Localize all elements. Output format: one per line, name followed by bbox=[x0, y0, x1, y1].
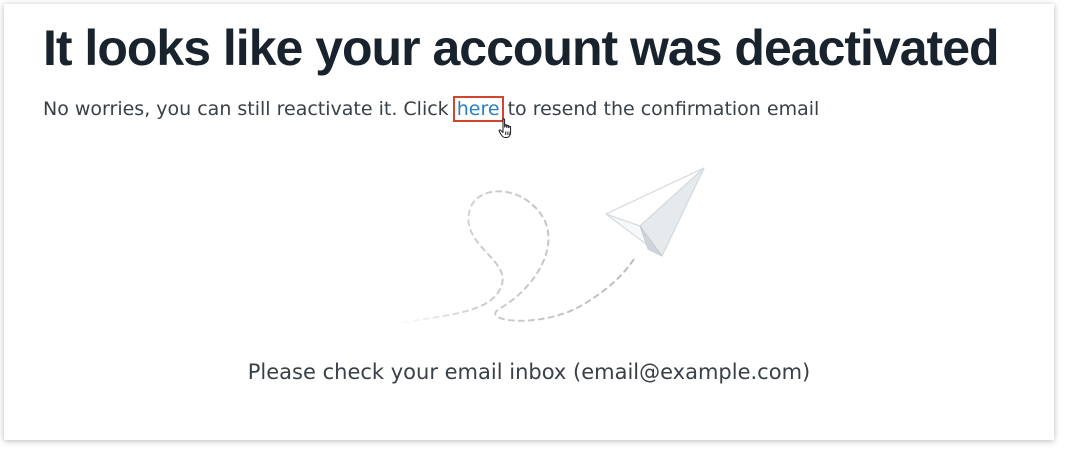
deactivated-account-panel: It looks like your account was deactivat… bbox=[4, 4, 1054, 440]
dashed-flight-trail bbox=[393, 190, 635, 325]
paper-plane bbox=[605, 167, 705, 257]
reactivation-message: No worries, you can still reactivate it.… bbox=[43, 96, 820, 122]
message-text-before: No worries, you can still reactivate it.… bbox=[43, 98, 455, 120]
check-inbox-note: Please check your email inbox (email@exa… bbox=[247, 360, 811, 384]
hand-pointer-icon bbox=[498, 118, 512, 138]
page-title: It looks like your account was deactivat… bbox=[43, 20, 1000, 76]
paper-plane-icon bbox=[393, 167, 705, 325]
message-text-after: to resend the confirmation email bbox=[501, 98, 820, 120]
resend-confirmation-link[interactable]: here bbox=[452, 96, 504, 122]
